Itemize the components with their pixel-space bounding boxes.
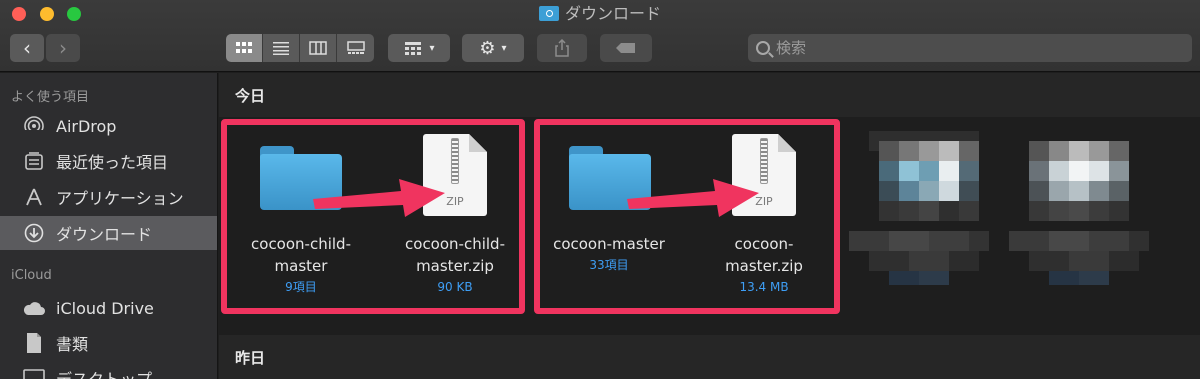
chevron-right-icon: › bbox=[59, 36, 67, 60]
sidebar-item-label: 書類 bbox=[56, 335, 89, 354]
file-item-cocoon-child-master-folder[interactable]: cocoon-child- master 9項目 bbox=[231, 233, 371, 297]
sidebar-item-recents[interactable]: 最近使った項目 bbox=[0, 144, 217, 178]
sidebar-item-label: 最近使った項目 bbox=[56, 153, 169, 172]
file-item-cocoon-master-zip[interactable]: cocoon- master.zip 13.4 MB bbox=[694, 233, 834, 297]
column-view-button[interactable] bbox=[300, 34, 337, 62]
group-by-button[interactable]: ▾ bbox=[388, 34, 450, 62]
gallery-view-button[interactable] bbox=[337, 34, 374, 62]
tags-button[interactable] bbox=[600, 34, 652, 62]
back-button[interactable]: ‹ bbox=[10, 34, 44, 62]
columns-icon bbox=[309, 41, 327, 55]
gallery-icon bbox=[346, 41, 365, 54]
file-item-cocoon-master-folder[interactable]: cocoon-master 33項目 bbox=[539, 233, 679, 275]
file-name-line2: master.zip bbox=[416, 257, 494, 275]
chevron-left-icon: ‹ bbox=[23, 36, 31, 60]
sidebar-item-label: ダウンロード bbox=[56, 225, 153, 244]
gear-icon: ⚙ bbox=[479, 37, 496, 59]
sidebar-item-label: AirDrop bbox=[56, 116, 117, 136]
search-input[interactable] bbox=[776, 39, 1176, 57]
search-field[interactable] bbox=[748, 34, 1192, 62]
file-name-line1: cocoon-child- bbox=[251, 235, 351, 253]
downloads-icon bbox=[22, 222, 46, 244]
window-title: ダウンロード bbox=[0, 3, 1200, 25]
file-meta: 90 KB bbox=[437, 280, 473, 294]
share-button[interactable] bbox=[537, 34, 587, 62]
sidebar-item-icloud-drive[interactable]: iCloud Drive bbox=[0, 291, 217, 325]
file-browser: 今日 cocoon-child- master 9項目 ZIP cocoon-c… bbox=[219, 73, 1200, 379]
file-item-cocoon-child-master-zip[interactable]: cocoon-child- master.zip 90 KB bbox=[385, 233, 525, 297]
search-icon bbox=[756, 41, 770, 55]
tag-icon bbox=[616, 43, 635, 53]
forward-button[interactable]: › bbox=[46, 34, 80, 62]
sidebar-item-downloads[interactable]: ダウンロード bbox=[0, 216, 217, 250]
group-grid-icon bbox=[405, 42, 422, 55]
grid-icon bbox=[236, 42, 252, 53]
file-name-line2: master bbox=[274, 257, 328, 275]
share-icon bbox=[555, 39, 569, 57]
window-title-text: ダウンロード bbox=[564, 4, 661, 23]
sidebar-item-applications[interactable]: アプリケーション bbox=[0, 180, 217, 214]
view-mode-selector bbox=[226, 34, 374, 62]
documents-icon bbox=[22, 332, 46, 354]
file-meta: 33項目 bbox=[589, 258, 629, 272]
group-header-today: 今日 bbox=[219, 73, 1200, 117]
cloud-icon bbox=[22, 297, 46, 319]
sidebar-item-label: アプリケーション bbox=[56, 189, 184, 208]
downloads-folder-icon bbox=[538, 6, 559, 21]
applications-icon bbox=[22, 186, 46, 208]
chevron-down-icon: ▾ bbox=[501, 42, 507, 54]
sidebar-section-favorites: よく使う項目 bbox=[11, 90, 90, 105]
file-meta: 9項目 bbox=[285, 280, 317, 294]
window-toolbar: ダウンロード ‹ › ▾ ⚙ ▾ 検索 bbox=[0, 0, 1200, 72]
file-name-line1: cocoon- bbox=[734, 235, 794, 253]
chevron-down-icon: ▾ bbox=[429, 42, 435, 54]
arrow-right-icon bbox=[313, 179, 445, 217]
pixelated-file-thumbnail bbox=[849, 131, 1199, 305]
airdrop-icon bbox=[22, 115, 46, 137]
sidebar-item-airdrop[interactable]: AirDrop bbox=[0, 109, 217, 143]
sidebar-item-label: デスクトップ bbox=[56, 366, 152, 379]
action-button[interactable]: ⚙ ▾ bbox=[462, 34, 524, 62]
sidebar-item-desktop[interactable]: デスクトップ bbox=[0, 361, 217, 379]
file-meta: 13.4 MB bbox=[739, 280, 789, 294]
sidebar-item-label: iCloud Drive bbox=[56, 298, 154, 318]
icon-view-button[interactable] bbox=[226, 34, 263, 62]
list-icon bbox=[273, 42, 289, 55]
file-name-line1: cocoon-master bbox=[553, 235, 665, 253]
file-name-line1: cocoon-child- bbox=[405, 235, 505, 253]
sidebar: よく使う項目 AirDrop 最近使った項目 アプリケーション ダウンロード i… bbox=[0, 73, 218, 379]
arrow-right-icon bbox=[627, 179, 759, 217]
recents-icon bbox=[22, 150, 46, 172]
sidebar-item-documents[interactable]: 書類 bbox=[0, 326, 217, 360]
file-name-line2: master.zip bbox=[725, 257, 803, 275]
group-header-yesterday: 昨日 bbox=[219, 335, 1200, 379]
list-view-button[interactable] bbox=[263, 34, 300, 62]
sidebar-section-icloud: iCloud bbox=[11, 268, 52, 283]
desktop-icon bbox=[22, 367, 46, 379]
